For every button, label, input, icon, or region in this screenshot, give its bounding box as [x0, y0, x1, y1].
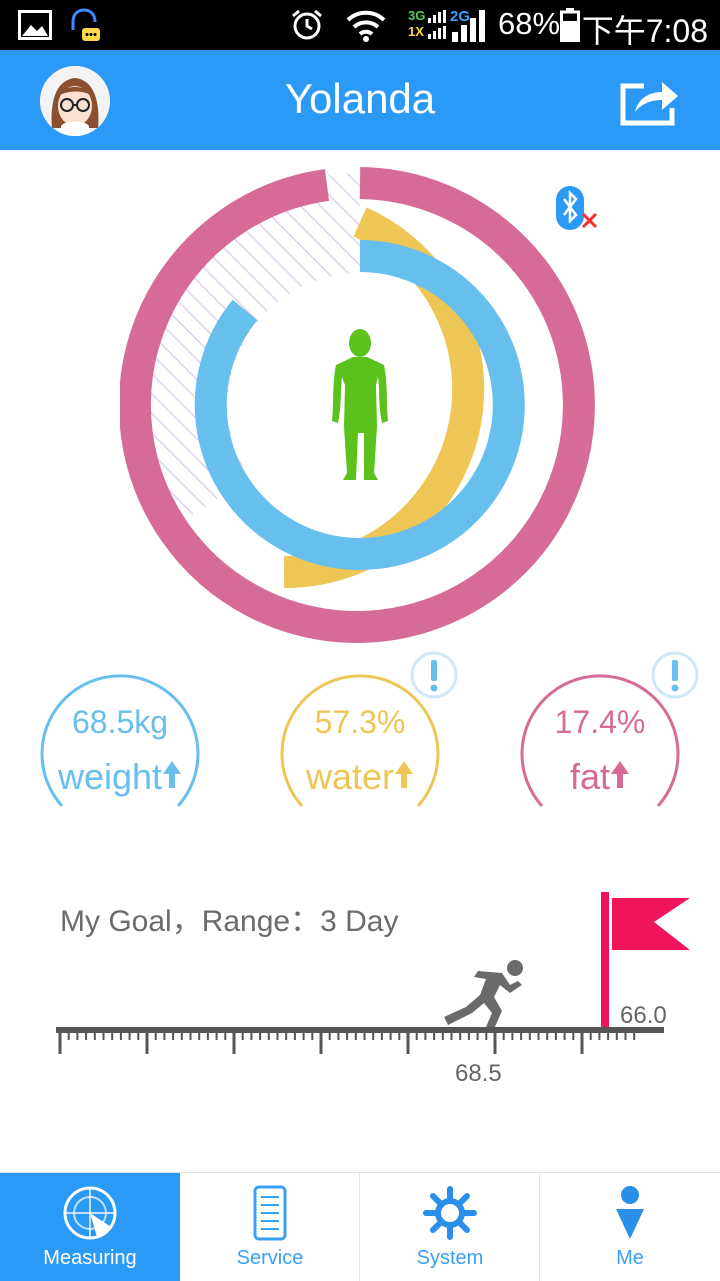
status-bar: 3G 1X 2G 68% 下午7:08 [0, 0, 720, 50]
fat-value: 17.4% [554, 704, 646, 740]
weight-label: weight [37, 756, 203, 798]
water-label: water [277, 756, 443, 798]
person-icon [616, 1186, 644, 1239]
document-icon [253, 1185, 287, 1241]
radar-icon [63, 1186, 117, 1240]
gallery-icon [18, 10, 52, 40]
alarm-icon [292, 9, 322, 40]
app-header: Yolanda [0, 50, 720, 150]
battery-percent: 68% [498, 6, 561, 41]
signal-small-icon [428, 10, 446, 39]
tab-system[interactable]: System [360, 1173, 540, 1281]
runner-icon [444, 960, 523, 1029]
weight-label-text: weight [57, 756, 163, 797]
body-composition-chart [120, 167, 595, 643]
water-label-text: water [305, 756, 395, 797]
tab-measuring-label: Measuring [43, 1247, 137, 1269]
bottom-nav: Measuring Service System Me [0, 1172, 720, 1281]
fat-label: fat [517, 756, 683, 798]
page-title: Yolanda [284, 75, 436, 122]
signal-icon [452, 10, 485, 42]
chat-notification-icon [71, 8, 100, 41]
network-1x-label: 1X [408, 24, 424, 39]
fat-label-text: fat [569, 756, 611, 797]
arrow-up-icon [395, 761, 414, 788]
clock: 下午7:08 [581, 13, 708, 49]
goal-progress-ruler [56, 1027, 664, 1054]
wifi-icon [346, 10, 386, 42]
share-icon[interactable] [618, 76, 680, 126]
network-3g-label: 3G [408, 8, 426, 23]
goal-title: My Goal，Range：3 Day [60, 905, 399, 938]
weight-metric[interactable]: 68.5kg weight [37, 668, 203, 818]
tab-measuring[interactable]: Measuring [0, 1173, 180, 1281]
battery-icon [560, 8, 580, 42]
fat-warning-icon[interactable] [651, 651, 699, 699]
tab-me[interactable]: Me [540, 1173, 720, 1281]
water-warning-icon[interactable] [410, 651, 458, 699]
tab-me-label: Me [616, 1247, 644, 1269]
tab-service[interactable]: Service [180, 1173, 360, 1281]
arrow-up-icon [163, 761, 182, 788]
goal-target-value: 66.0 [620, 1002, 667, 1029]
goal-current-value: 68.5 [455, 1060, 502, 1087]
tab-service-label: Service [236, 1247, 304, 1269]
tab-system-label: System [416, 1247, 484, 1269]
arrow-up-icon [611, 761, 630, 788]
weight-value: 68.5kg [71, 704, 169, 740]
gear-icon [423, 1186, 477, 1240]
bluetooth-disconnected-icon[interactable] [552, 184, 602, 234]
water-value: 57.3% [314, 704, 406, 740]
